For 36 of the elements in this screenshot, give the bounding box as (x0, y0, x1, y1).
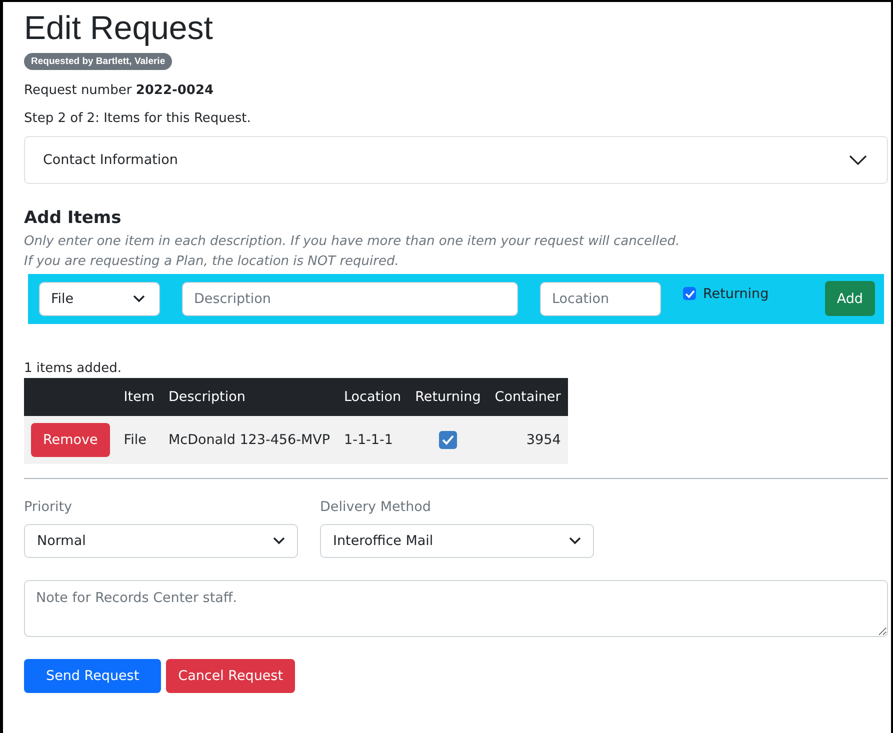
section-heading: Add Items (24, 208, 122, 228)
instruction-text: If you are requesting a Plan, the location is NOT required. (24, 254, 400, 269)
table-cell: 1-1-1-1 (337, 416, 408, 464)
table-cell: 3954 (488, 416, 568, 464)
location-field[interactable]: Location (540, 282, 661, 316)
form-button[interactable]: Send Request (24, 658, 162, 693)
form-button[interactable]: Cancel Request (166, 658, 296, 693)
returning-label: Returning (703, 286, 769, 302)
requested-by-badge: Requested by Bartlett, Valerie (24, 52, 172, 70)
contact-accordion[interactable]: Contact Information (24, 136, 888, 184)
delivery-method-select[interactable]: Interoffice Mail (320, 524, 594, 558)
chevron-icon (849, 154, 867, 165)
instruction-text: Only enter one item in each description. If you have more than one item your request will cancelled. (24, 234, 681, 249)
column-header: Container (488, 378, 568, 416)
table-cell: File (116, 416, 162, 464)
column-header: Returning (408, 378, 488, 416)
priority-label: Priority (24, 498, 74, 515)
column-header: Description (162, 378, 337, 416)
chevron-icon (133, 294, 145, 303)
column-header: Location (337, 378, 408, 416)
returning-checkbox[interactable] (683, 287, 696, 300)
page-title: Edit Request (24, 8, 214, 48)
add-button[interactable]: Add (824, 281, 875, 316)
delivery-method-label: Delivery Method (320, 498, 432, 515)
column-header: Item (116, 378, 162, 416)
chevron-icon (273, 536, 285, 545)
chevron-icon (569, 536, 581, 545)
note-field[interactable]: Note for Records Center staff. (24, 580, 888, 637)
request-number: Request number 2022-0024 (24, 82, 215, 98)
description-field[interactable]: Description (182, 282, 518, 316)
step-text: Step 2 of 2: Items for this Request. (24, 110, 252, 126)
items-count: 1 items added. (24, 360, 123, 376)
priority-select[interactable]: Normal (24, 524, 298, 558)
table-cell: McDonald 123-456-MVP (162, 416, 337, 464)
item-type-select[interactable]: File (39, 282, 160, 316)
remove-button[interactable]: Remove (31, 422, 110, 457)
